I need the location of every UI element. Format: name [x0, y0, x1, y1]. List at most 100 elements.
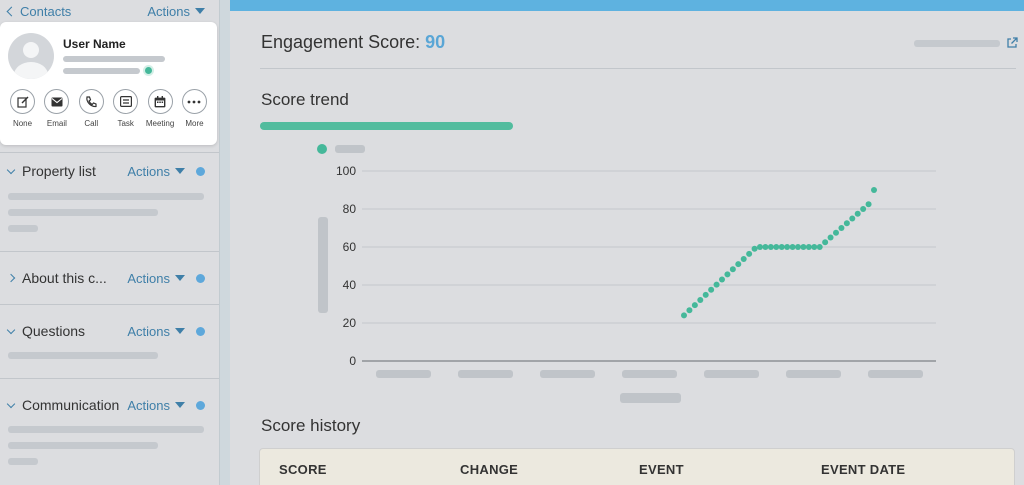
chevron-down-icon: [6, 399, 16, 408]
y-axis-label-placeholder: [318, 217, 328, 313]
data-point: [719, 276, 725, 283]
score-history-heading: Score history: [261, 416, 361, 435]
section-header-questions[interactable]: Questions Actions: [6, 323, 205, 339]
back-to-contacts-link[interactable]: Contacts: [6, 3, 72, 19]
actions-label: Actions: [127, 397, 170, 413]
section-title: Questions: [22, 323, 86, 339]
quick-action-task[interactable]: Task: [109, 89, 142, 128]
data-point: [849, 215, 856, 222]
avatar[interactable]: [8, 33, 54, 79]
caret-down-icon: [175, 402, 185, 408]
status-dot: [196, 166, 205, 176]
y-tick-label: 60: [343, 240, 357, 254]
section-actions-dropdown[interactable]: Actions: [127, 324, 205, 339]
score-trend-tab-indicator: [260, 122, 513, 130]
section-header-property-list[interactable]: Property list Actions: [6, 163, 205, 179]
data-point: [822, 239, 829, 246]
quick-action-more[interactable]: More: [178, 89, 211, 128]
external-link[interactable]: [914, 37, 1018, 49]
quick-action-meeting[interactable]: Meeting: [144, 89, 177, 128]
engagement-score-heading: Engagement Score: 90: [261, 32, 445, 53]
quick-action-email[interactable]: Email: [40, 89, 73, 128]
data-point: [784, 244, 791, 250]
score-trend-heading: Score trend: [261, 90, 349, 109]
status-dot: [196, 326, 205, 336]
section-actions-dropdown[interactable]: Actions: [127, 271, 205, 286]
task-icon: [113, 89, 139, 114]
quick-action-label: Call: [84, 119, 99, 128]
quick-action-label: Email: [46, 119, 67, 128]
placeholder-line: [914, 39, 1000, 47]
quick-action-label: Meeting: [145, 119, 175, 128]
actions-label: Actions: [127, 323, 170, 339]
section-divider: [0, 152, 219, 153]
engagement-label: Engagement Score:: [261, 32, 421, 52]
column-header-change[interactable]: CHANGE: [460, 462, 518, 477]
sidebar: Contacts Actions User Name None Email Ca…: [0, 0, 219, 485]
placeholder-line: [8, 193, 204, 200]
sidebar-topnav: Contacts Actions: [6, 3, 205, 19]
y-tick-label: 20: [343, 316, 357, 330]
edit-icon: [10, 89, 35, 114]
data-point: [757, 244, 763, 250]
sidebar-resize-handle[interactable]: [219, 0, 230, 485]
quick-action-label: More: [185, 119, 204, 128]
data-point: [702, 291, 709, 298]
data-point: [686, 307, 693, 314]
section-title: About this c...: [22, 270, 107, 286]
column-header-event-date[interactable]: EVENT DATE: [821, 462, 905, 477]
quick-actions: None Email Call Task Meeting More: [6, 89, 211, 128]
section-header-about[interactable]: About this c... Actions: [6, 270, 205, 286]
back-label: Contacts: [20, 3, 72, 19]
contact-actions-dropdown[interactable]: Actions: [147, 4, 205, 19]
section-actions-dropdown[interactable]: Actions: [127, 398, 205, 413]
caret-down-icon: [175, 168, 185, 174]
placeholder-line: [8, 426, 204, 433]
placeholder-line: [8, 352, 158, 359]
data-point: [740, 255, 747, 262]
x-axis-label-placeholder: [620, 393, 681, 403]
column-header-event[interactable]: EVENT: [639, 462, 684, 477]
chevron-left-icon: [6, 6, 17, 16]
status-dot: [196, 273, 205, 283]
external-link-icon: [1007, 37, 1018, 48]
data-point: [708, 286, 715, 293]
placeholder-line: [8, 209, 158, 216]
quick-action-call[interactable]: Call: [75, 89, 108, 128]
avatar-body-shape: [14, 62, 48, 79]
data-point: [681, 312, 687, 319]
y-tick-label: 40: [343, 278, 357, 292]
data-point: [789, 244, 796, 250]
chevron-right-icon: [6, 273, 16, 283]
data-point: [729, 266, 736, 273]
placeholder-line: [8, 458, 38, 465]
x-tick-label-placeholder: [458, 370, 513, 378]
calendar-icon: [147, 89, 173, 114]
actions-label: Actions: [127, 270, 170, 286]
placeholder-line: [63, 68, 140, 74]
placeholder-line: [8, 225, 38, 232]
data-point: [865, 201, 872, 208]
avatar-head-shape: [23, 42, 39, 58]
quick-action-label: None: [12, 119, 33, 128]
data-point: [746, 250, 753, 257]
quick-action-note[interactable]: None: [6, 89, 39, 128]
x-tick-label-placeholder: [704, 370, 759, 378]
y-tick-label: 100: [336, 164, 356, 178]
data-point: [843, 220, 850, 227]
section-title: Communication: [22, 397, 120, 413]
chevron-down-icon: [6, 165, 16, 174]
data-point: [762, 244, 769, 250]
data-point: [816, 244, 823, 250]
section-actions-dropdown[interactable]: Actions: [127, 164, 205, 179]
section-divider: [0, 304, 219, 305]
data-point: [860, 206, 867, 212]
x-tick-label-placeholder: [786, 370, 841, 378]
data-point: [795, 244, 801, 250]
caret-down-icon: [175, 328, 185, 334]
data-point: [778, 244, 785, 250]
section-header-communication[interactable]: Communication Actions: [6, 397, 205, 413]
data-point: [838, 225, 845, 231]
legend-label-placeholder: [335, 145, 365, 153]
column-header-score[interactable]: SCORE: [279, 462, 327, 477]
